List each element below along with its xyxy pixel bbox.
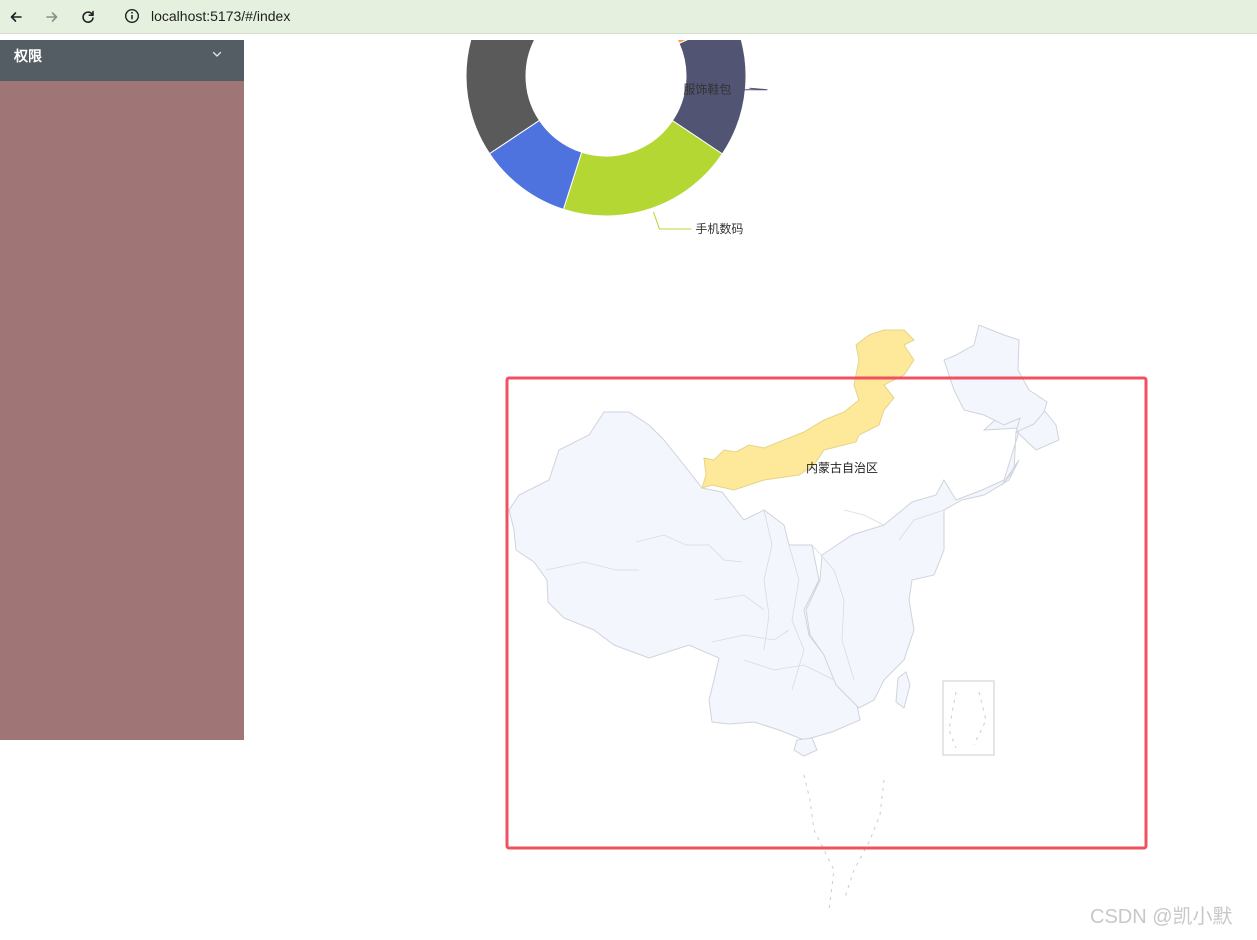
url-text[interactable]: localhost:5173/#/index: [151, 8, 290, 24]
arrow-right-icon: [46, 12, 58, 22]
map-region-hainan[interactable]: [793, 737, 818, 757]
sidebar-submenu-permission[interactable]: 权限: [0, 40, 244, 81]
sidebar-submenu-label: 权限: [14, 48, 42, 64]
chevron-down-icon: [212, 51, 222, 57]
map-region-label: 内蒙古自治区: [806, 460, 878, 475]
watermark-text: CSDN @凯小默: [1090, 906, 1233, 928]
south-china-sea-inset: [942, 680, 995, 756]
charts-canvas: 手机数码服饰鞋包美妆护肤: [465, 0, 1148, 911]
info-icon[interactable]: [124, 8, 140, 24]
browser-toolbar: localhost:5173/#/index: [0, 0, 1257, 34]
donut-label-line: [652, 211, 692, 230]
address-bar[interactable]: localhost:5173/#/index: [116, 2, 1250, 30]
china-map: 内蒙古自治区: [508, 324, 1060, 911]
map-region-east[interactable]: [805, 403, 1060, 709]
forward-button[interactable]: [40, 5, 64, 29]
donut-label: 手机数码: [695, 221, 743, 236]
sidebar: 权限: [0, 40, 244, 740]
reload-button[interactable]: [76, 5, 100, 29]
donut-label: 服饰鞋包: [683, 82, 731, 97]
back-button[interactable]: [4, 5, 28, 29]
arrow-left-icon: [10, 12, 22, 22]
map-region-taiwan[interactable]: [895, 671, 911, 709]
donut-chart: 手机数码服饰鞋包美妆护肤: [465, 0, 768, 236]
reload-icon: [82, 10, 94, 23]
main-content: 手机数码服饰鞋包美妆护肤: [244, 0, 1257, 935]
